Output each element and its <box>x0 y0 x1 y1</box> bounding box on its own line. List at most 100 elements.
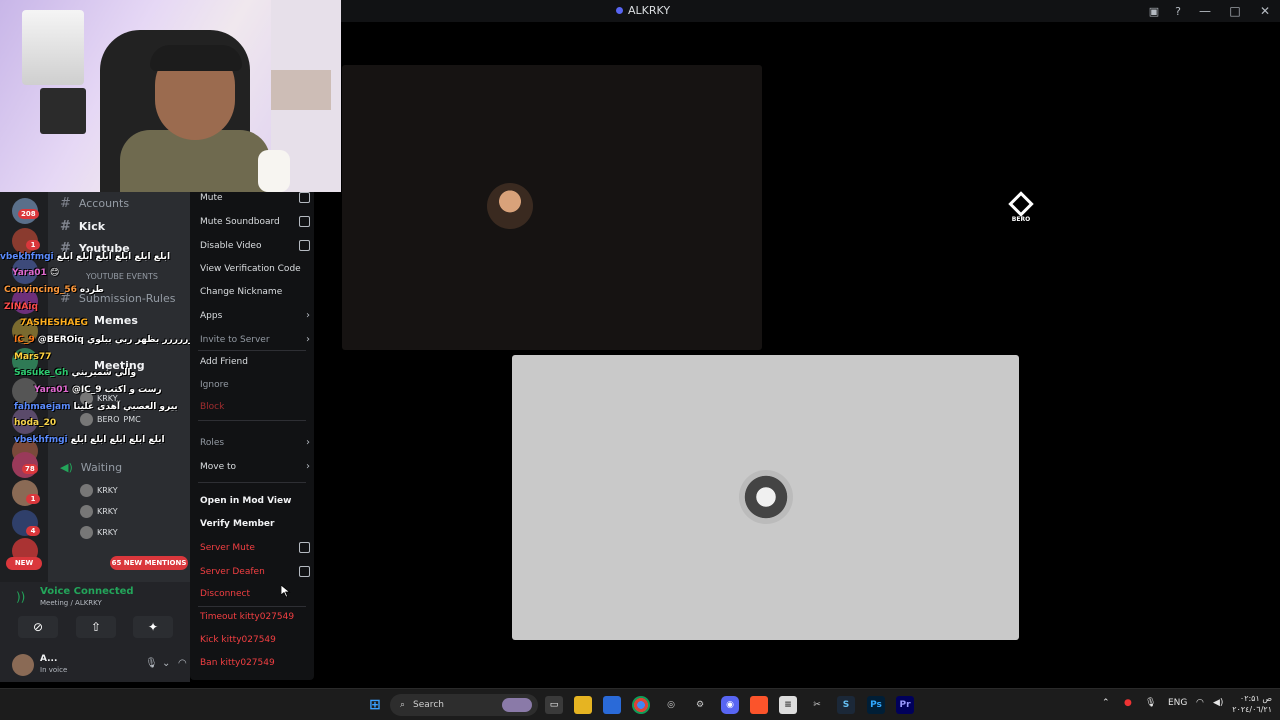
title-bar-controls: ▣ ? — □ ✕ <box>1142 0 1280 22</box>
voice-user[interactable]: KRKY <box>80 526 118 539</box>
capcut-icon[interactable]: ✂ <box>808 696 826 714</box>
chat-line: fahmaejam بيرو العصبي آهدى علينا <box>14 402 178 412</box>
new-mentions-pill[interactable]: 65 NEW MENTIONS <box>110 556 188 570</box>
chat-line: Sasuke_Gh والي شمبريني <box>14 368 137 378</box>
avatar <box>80 526 93 539</box>
menu-view-verification-code[interactable]: View Verification Code <box>200 264 310 274</box>
inbox-icon[interactable]: ▣ <box>1142 0 1166 22</box>
chat-line: Mars77 <box>14 352 52 362</box>
clock[interactable]: ۰۲:۵۱ ص ۲۰۲٤/۰٦/۲۱ <box>1228 693 1272 715</box>
taskbar: ⊞ ⌕ Search ▭ ◎ ⚙ ◉ ≡ ✂ S Ps Pr ⌃ ● 🎙 ENG… <box>0 688 1280 720</box>
checkbox[interactable] <box>299 566 310 577</box>
voice-location[interactable]: Meeting / ALKRKY <box>40 599 102 607</box>
checkbox[interactable] <box>299 192 310 203</box>
notepad-icon[interactable]: ≡ <box>779 696 797 714</box>
steam-icon[interactable]: S <box>837 696 855 714</box>
menu-ignore[interactable]: Ignore <box>200 380 310 390</box>
voice-user[interactable]: KRKY <box>80 484 118 497</box>
hash-icon: # <box>60 219 71 234</box>
chevron-up-icon[interactable]: ⌃ <box>1102 698 1110 708</box>
premiere-icon[interactable]: Pr <box>896 696 914 714</box>
microphone-tray-icon[interactable]: 🎙 <box>1145 698 1156 708</box>
server-badge: 1 <box>26 494 40 504</box>
plaque <box>40 88 86 134</box>
photoshop-icon[interactable]: Ps <box>867 696 885 714</box>
menu-invite-to-server[interactable]: Invite to Server › <box>200 334 310 345</box>
headphones-icon[interactable]: ◠ <box>178 658 187 669</box>
shelf-item <box>271 70 331 110</box>
menu-add-friend[interactable]: Add Friend <box>200 357 310 367</box>
checkbox[interactable] <box>299 240 310 251</box>
menu-server-mute[interactable]: Server Mute <box>200 542 310 553</box>
chat-line: vbekhfmgi ابلع ابلع ابلع ابلع ابلع <box>14 435 165 445</box>
new-badge[interactable]: NEW <box>6 557 42 570</box>
mouse-cursor-icon <box>281 585 291 597</box>
discord-icon <box>616 7 623 14</box>
menu-mute[interactable]: Mute <box>200 192 310 203</box>
video-tile-top[interactable] <box>342 65 762 350</box>
minimize-button[interactable]: — <box>1190 0 1220 22</box>
camera-off-button[interactable]: ⊘ <box>18 616 58 638</box>
taskbar-search[interactable]: ⌕ Search <box>390 694 538 716</box>
menu-mute-soundboard[interactable]: Mute Soundboard <box>200 216 310 227</box>
menu-block[interactable]: Block <box>200 402 310 412</box>
signal-icon[interactable]: )) <box>16 590 25 604</box>
voice-user[interactable]: BERO PMC <box>80 413 141 426</box>
search-highlight-icon <box>502 698 532 712</box>
avatar <box>80 413 93 426</box>
menu-disable-video[interactable]: Disable Video <box>200 240 310 251</box>
bero-diamond-icon <box>1008 191 1034 217</box>
menu-open-in-mod-view[interactable]: Open in Mod View <box>200 496 310 506</box>
menu-divider <box>198 482 306 483</box>
bero-logo: BERO <box>1006 191 1036 223</box>
menu-apps[interactable]: Apps › <box>200 310 310 321</box>
language-indicator[interactable]: ENG <box>1168 698 1187 708</box>
menu-timeout[interactable]: Timeout kitty027549 <box>200 612 310 622</box>
user-panel: A... In voice 🎙 ⌄ ◠ <box>0 646 190 682</box>
obs-icon[interactable]: ◎ <box>662 696 680 714</box>
menu-kick[interactable]: Kick kitty027549 <box>200 635 310 645</box>
microphone-icon[interactable]: 🎙 <box>145 658 158 669</box>
menu-server-deafen[interactable]: Server Deafen <box>200 566 310 577</box>
menu-verify-member[interactable]: Verify Member <box>200 519 310 529</box>
channel-waiting[interactable]: ◀) Waiting <box>60 461 122 474</box>
voice-status[interactable]: Voice Connected <box>40 586 134 597</box>
discord-taskbar-icon[interactable]: ◉ <box>721 696 739 714</box>
maximize-button[interactable]: □ <box>1220 0 1250 22</box>
wifi-icon[interactable]: ◠ <box>1196 698 1204 708</box>
menu-move-to[interactable]: Move to › <box>200 461 310 472</box>
avatar[interactable] <box>12 654 34 676</box>
channel-memes[interactable]: Memes <box>94 314 138 327</box>
category-youtube-events[interactable]: YOUTUBE EVENTS <box>86 272 158 281</box>
checkbox[interactable] <box>299 542 310 553</box>
activities-button[interactable]: ✦ <box>133 616 173 638</box>
tray-app-icon[interactable]: ● <box>1124 698 1132 708</box>
close-button[interactable]: ✕ <box>1250 0 1280 22</box>
chevron-down-icon[interactable]: ⌄ <box>162 658 170 669</box>
channel-accounts[interactable]: # Accounts <box>60 196 129 211</box>
task-view-icon[interactable]: ▭ <box>545 696 563 714</box>
checkbox[interactable] <box>299 216 310 227</box>
file-explorer-icon[interactable] <box>574 696 592 714</box>
menu-divider <box>198 420 306 421</box>
volume-icon[interactable]: ◀) <box>1213 698 1223 708</box>
store-icon[interactable] <box>603 696 621 714</box>
menu-ban[interactable]: Ban kitty027549 <box>200 658 310 668</box>
chevron-right-icon: › <box>306 437 310 448</box>
menu-change-nickname[interactable]: Change Nickname <box>200 287 310 297</box>
hash-icon: # <box>60 196 71 211</box>
help-icon[interactable]: ? <box>1166 0 1190 22</box>
chat-line: ZINAiq <box>4 302 38 312</box>
brave-icon[interactable] <box>750 696 768 714</box>
channel-kick[interactable]: # Kick <box>60 219 105 234</box>
menu-disconnect[interactable]: Disconnect <box>200 589 310 599</box>
server-badge: 4 <box>26 526 40 536</box>
windows-start-icon[interactable]: ⊞ <box>366 696 384 714</box>
avatar <box>80 505 93 518</box>
voice-user[interactable]: KRKY <box>80 505 118 518</box>
menu-roles[interactable]: Roles › <box>200 437 310 448</box>
steam-settings-icon[interactable]: ⚙ <box>691 696 709 714</box>
chrome-icon[interactable] <box>632 696 650 714</box>
speaker-icon: ◀) <box>60 461 73 474</box>
screen-share-button[interactable]: ⇧ <box>76 616 116 638</box>
